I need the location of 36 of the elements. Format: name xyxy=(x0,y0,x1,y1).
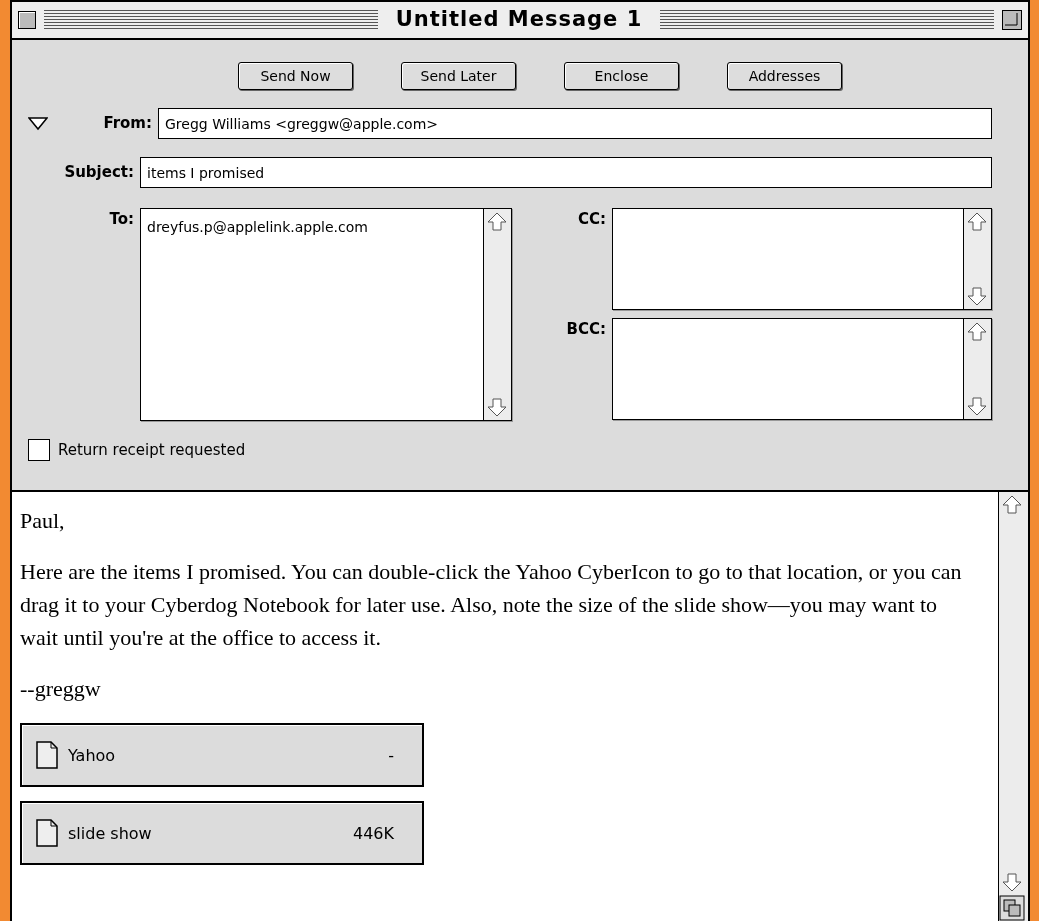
scrollbar[interactable] xyxy=(998,492,1028,921)
enclosure-size: 446K xyxy=(352,822,394,845)
enclosure-name: slide show xyxy=(68,822,153,845)
enclosure-size: - xyxy=(388,744,394,767)
resize-icon[interactable] xyxy=(999,895,1025,921)
enclosure-item[interactable]: Yahoo - xyxy=(20,723,424,787)
toolbar-button[interactable]: Addresses xyxy=(727,62,842,91)
paragraph: Paul, xyxy=(20,507,66,535)
scrollbar[interactable] xyxy=(483,209,511,421)
scrollbar[interactable] xyxy=(963,319,991,420)
field-label: BCC: xyxy=(565,319,607,341)
field-label: From: xyxy=(102,113,153,135)
enclosure-name: Yahoo xyxy=(68,744,117,767)
disclosure-triangle-icon[interactable] xyxy=(28,116,48,131)
zoom-box-icon[interactable] xyxy=(1002,10,1022,30)
toolbar-button[interactable]: Send Later xyxy=(401,62,516,91)
checkbox-label: Return receipt requested xyxy=(58,440,246,462)
window-title: Untitled Message 1 xyxy=(394,6,644,34)
bcc-field[interactable] xyxy=(612,318,992,421)
to-field[interactable]: dreyfus.p@applelink.apple.com xyxy=(140,208,512,422)
document-icon xyxy=(36,741,58,769)
toolbar-button[interactable]: Send Now xyxy=(238,62,353,91)
checkbox[interactable] xyxy=(28,439,50,462)
paragraph: Here are the items I promised. You can double-click the Yahoo CyberIcon to go to that location, or you can drag it to your Cyberdog Notebook for later use. Also, note the size of the slide show—you may want to wait until you're at the office to access it. xyxy=(20,558,963,652)
cc-field[interactable] xyxy=(612,208,992,311)
field-label: Subject: xyxy=(63,162,135,184)
from-field[interactable]: Gregg Williams <greggw@apple.com> xyxy=(158,108,992,140)
subject-field[interactable]: items I promised xyxy=(140,157,992,189)
close-box[interactable] xyxy=(18,11,36,29)
document-icon xyxy=(36,819,58,847)
enclosure-item[interactable]: slide show 446K xyxy=(20,801,424,865)
field-label: To: xyxy=(108,209,135,231)
scrollbar[interactable] xyxy=(963,209,991,310)
paragraph: --greggw xyxy=(20,675,102,703)
field-label: CC: xyxy=(577,209,607,231)
toolbar-button[interactable]: Enclose xyxy=(564,62,679,91)
